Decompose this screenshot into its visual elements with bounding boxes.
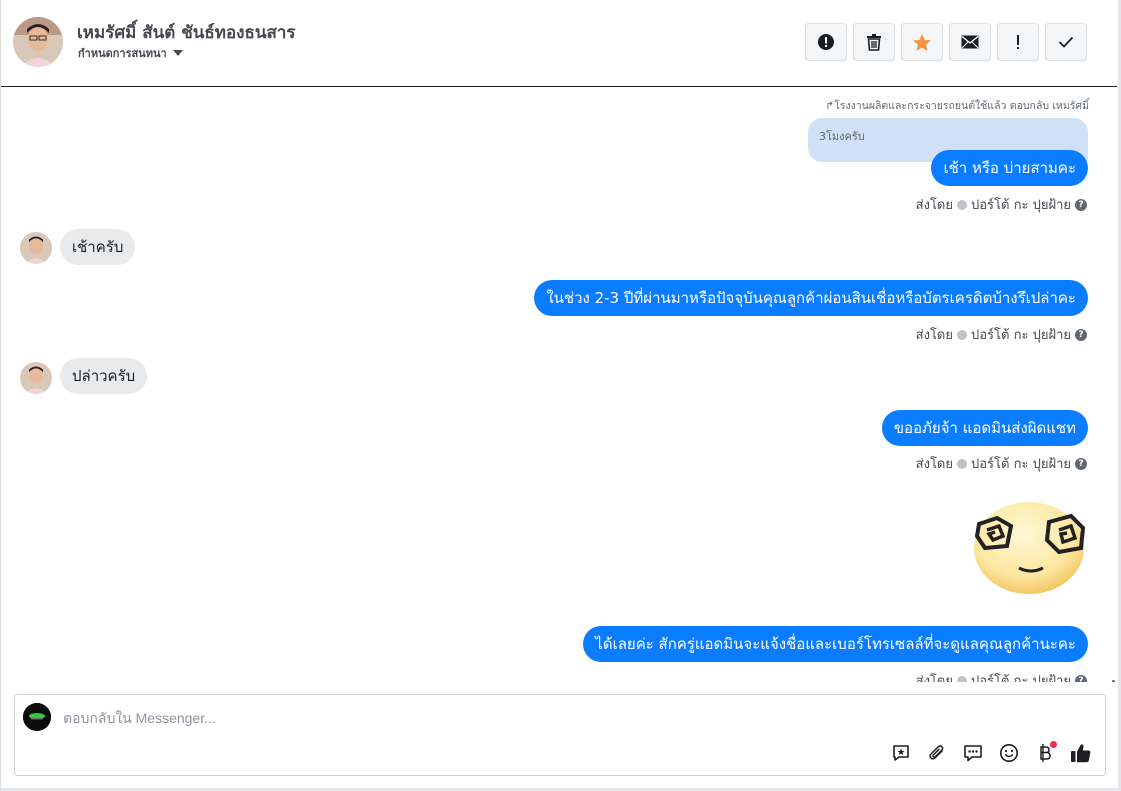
envelope-icon xyxy=(961,35,979,49)
page-avatar xyxy=(23,703,51,731)
delete-button[interactable] xyxy=(853,23,895,61)
sender-name[interactable]: ปอร์โต้ กะ ปุยฝ้าย xyxy=(971,670,1071,682)
exclamation-icon xyxy=(1017,35,1019,49)
sender-name[interactable]: ปอร์โต้ กะ ปุยฝ้าย xyxy=(971,453,1071,474)
attach-file-button[interactable] xyxy=(925,741,949,765)
sent-by-line: ส่งโดย ปอร์โต้ กะ ปุยฝ้าย ? xyxy=(916,194,1087,215)
like-icon xyxy=(1071,744,1091,763)
chat-bubbles-icon xyxy=(964,745,982,762)
mark-unread-button[interactable] xyxy=(949,23,991,61)
contact-avatar-small xyxy=(20,362,52,394)
sent-by-line: ส่งโดย ปอร์โต้ กะ ปุยฝ้าย ? xyxy=(916,453,1087,474)
trash-icon xyxy=(867,34,881,51)
help-icon[interactable]: ? xyxy=(1075,328,1087,341)
attachment-icon xyxy=(929,745,944,760)
sender-name[interactable]: ปอร์โต้ กะ ปุยฝ้าย xyxy=(971,324,1071,345)
sent-by-label: ส่งโดย xyxy=(915,198,953,213)
conversation-actions-dropdown[interactable]: กำหนดการสนทนา xyxy=(78,44,183,62)
reply-composer xyxy=(14,694,1106,776)
message-thread[interactable]: ↱โรงงานผลิตและกระจายรถยนต์ใช้แล้ว ตอบกลั… xyxy=(1,88,1115,682)
sent-by-label: ส่งโดย xyxy=(915,457,953,472)
sent-by-line: ส่งโดย ปอร์โต้ กะ ปุยฝ้าย ? xyxy=(916,324,1087,345)
message-bubble-outgoing[interactable]: ได้เลยค่ะ สักครู่แอดมินจะแจ้งชื่อและเบอร… xyxy=(583,626,1088,662)
alert-circle-icon xyxy=(818,34,834,50)
contact-avatar[interactable] xyxy=(13,17,63,67)
help-icon[interactable]: ? xyxy=(1075,674,1087,682)
reply-input[interactable] xyxy=(63,707,1083,729)
message-bubble-outgoing[interactable]: เช้า หรือ บ่ายสามคะ xyxy=(931,150,1088,186)
message-bubble-outgoing[interactable]: ในช่วง 2-3 ปีที่ผ่านมาหรือปัจจุบันคุณลูก… xyxy=(534,280,1088,316)
sender-status-icon xyxy=(957,458,967,469)
help-icon[interactable]: ? xyxy=(1075,457,1087,470)
mark-done-button[interactable] xyxy=(1045,23,1087,61)
payment-request-button[interactable] xyxy=(1033,741,1057,765)
star-icon xyxy=(913,33,931,51)
checkmark-icon xyxy=(1058,36,1074,48)
mark-spam-button[interactable] xyxy=(805,23,847,61)
thread-scrollbar[interactable] xyxy=(1112,680,1115,682)
saved-reply-button[interactable] xyxy=(889,741,913,765)
saved-reply-icon xyxy=(893,745,909,761)
message-bubble-incoming[interactable]: เช้าครับ xyxy=(60,229,136,265)
message-bubble-incoming[interactable]: ปล่าวครับ xyxy=(60,358,148,394)
sent-by-line: ส่งโดย ปอร์โต้ กะ ปุยฝ้าย ? xyxy=(916,670,1087,682)
sender-status-icon xyxy=(957,675,967,682)
follow-up-button[interactable] xyxy=(997,23,1039,61)
quick-replies-button[interactable] xyxy=(961,741,985,765)
sender-name[interactable]: ปอร์โต้ กะ ปุยฝ้าย xyxy=(971,194,1071,215)
contact-avatar-small xyxy=(20,232,52,264)
notification-dot xyxy=(1050,741,1057,748)
star-button[interactable] xyxy=(901,23,943,61)
help-icon[interactable]: ? xyxy=(1075,198,1087,211)
conversation-header: เหมรัศมิ์ สันต์ ชันธ์ทองธนสาร กำหนดการสน… xyxy=(1,0,1117,87)
sender-status-icon xyxy=(957,329,967,340)
dizzy-face-sticker[interactable] xyxy=(967,496,1089,596)
contact-name[interactable]: เหมรัศมิ์ สันต์ ชันธ์ทองธนสาร xyxy=(77,19,296,46)
like-button[interactable] xyxy=(1069,741,1093,765)
reply-context-note: ↱โรงงานผลิตและกระจายรถยนต์ใช้แล้ว ตอบกลั… xyxy=(825,100,1089,112)
conversation-actions-label: กำหนดการสนทนา xyxy=(78,47,167,60)
emoji-icon xyxy=(1000,744,1018,762)
emoji-button[interactable] xyxy=(997,741,1021,765)
caret-down-icon xyxy=(172,50,183,56)
sender-status-icon xyxy=(957,199,967,210)
message-bubble-outgoing[interactable]: ขออภัยจ้า แอดมินส่งผิดแชท xyxy=(881,410,1088,446)
sent-by-label: ส่งโดย xyxy=(915,328,953,343)
messenger-inbox-window: เหมรัศมิ์ สันต์ ชันธ์ทองธนสาร กำหนดการสน… xyxy=(0,0,1121,791)
composer-toolbar xyxy=(889,741,1093,765)
sent-by-label: ส่งโดย xyxy=(915,674,953,682)
conversation-toolbar xyxy=(805,23,1087,61)
